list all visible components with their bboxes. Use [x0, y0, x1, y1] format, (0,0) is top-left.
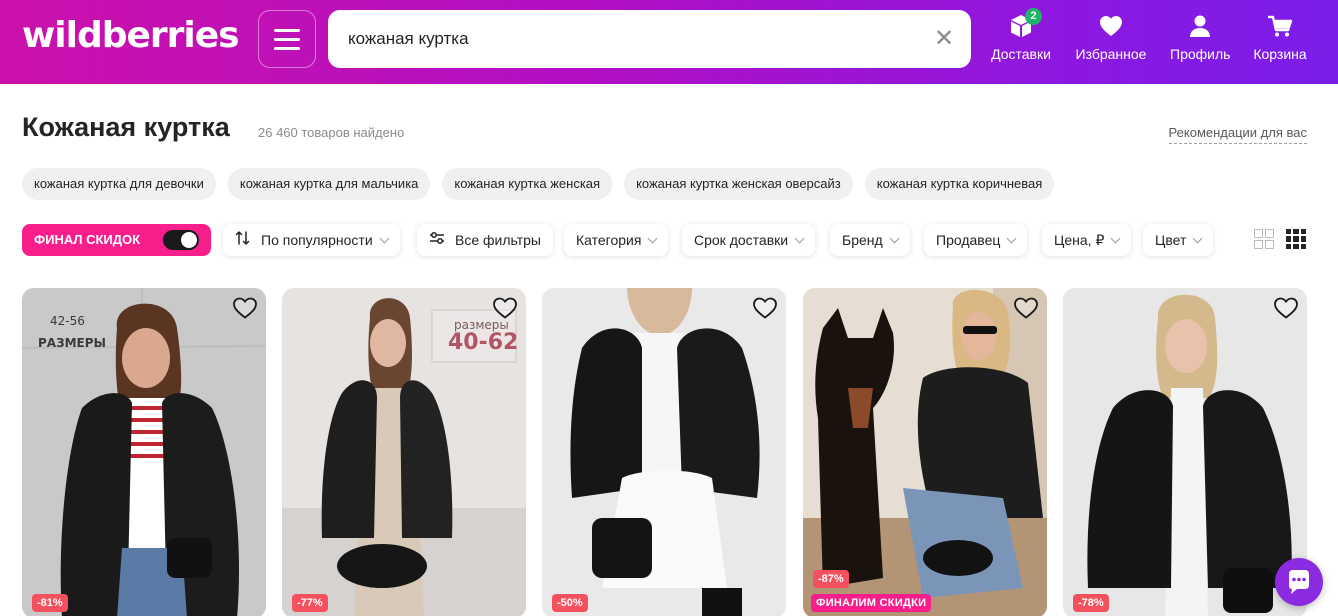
- search-input[interactable]: [348, 10, 928, 68]
- heart-icon[interactable]: [1273, 296, 1299, 320]
- nav-cart[interactable]: Корзина: [1250, 12, 1310, 62]
- final-sale-badge: ФИНАЛИМ СКИДКИ: [811, 594, 932, 612]
- filter-color-label: Цвет: [1155, 232, 1187, 248]
- chat-icon: [1289, 570, 1309, 594]
- grid-4-icon[interactable]: [1254, 229, 1274, 249]
- filter-delivery-label: Срок доставки: [694, 232, 789, 248]
- filters-bar: ФИНАЛ СКИДОК По популярности Все фильтры…: [22, 224, 1222, 256]
- product-image: [542, 288, 786, 616]
- sort-icon: [235, 225, 251, 257]
- product-image: [803, 288, 1047, 616]
- discount-badge: -81%: [32, 594, 68, 612]
- user-icon: [1186, 12, 1214, 40]
- chevron-down-icon: [794, 233, 805, 244]
- nav-profile[interactable]: Профиль: [1170, 12, 1230, 62]
- filter-delivery[interactable]: Срок доставки: [682, 224, 816, 256]
- chip-search[interactable]: кожаная куртка для мальчика: [227, 168, 431, 200]
- product-card[interactable]: 42-56 РАЗМЕРЫ -81%: [22, 288, 266, 616]
- size-sign-top: 42-56: [50, 314, 85, 328]
- chip-search[interactable]: кожаная куртка коричневая: [864, 168, 1055, 200]
- product-card[interactable]: размеры 40-62 -77%: [282, 288, 526, 616]
- filter-price[interactable]: Цена, ₽: [1042, 224, 1132, 256]
- final-sale-label: ФИНАЛ СКИДОК: [34, 232, 141, 247]
- heart-icon[interactable]: [492, 296, 518, 320]
- logo[interactable]: wildberries: [22, 14, 240, 58]
- chevron-down-icon: [1110, 233, 1121, 244]
- product-card[interactable]: -50%: [542, 288, 786, 616]
- heart-icon[interactable]: [232, 296, 258, 320]
- page-title: Кожаная куртка: [22, 112, 230, 142]
- related-searches: кожаная куртка для девочки кожаная куртк…: [22, 168, 1055, 200]
- toggle-switch[interactable]: [163, 230, 199, 250]
- search-bar: ✕: [328, 10, 971, 68]
- filter-category-label: Категория: [576, 232, 642, 248]
- discount-badge: -78%: [1073, 594, 1109, 612]
- chevron-down-icon: [889, 233, 900, 244]
- chip-search[interactable]: кожаная куртка женская оверсайз: [624, 168, 853, 200]
- heart-icon[interactable]: [752, 296, 778, 320]
- menu-button[interactable]: [258, 10, 316, 68]
- filter-seller-label: Продавец: [936, 232, 1001, 248]
- nav-profile-label: Профиль: [1170, 46, 1231, 62]
- discount-badge: -50%: [552, 594, 588, 612]
- filter-seller[interactable]: Продавец: [924, 224, 1028, 256]
- cart-icon: [1266, 12, 1294, 40]
- nav-deliveries[interactable]: 2 Доставки: [990, 8, 1052, 62]
- product-card[interactable]: -78%: [1063, 288, 1307, 616]
- size-sign-bottom: РАЗМЕРЫ: [38, 336, 106, 350]
- nav-cart-label: Корзина: [1253, 46, 1307, 62]
- close-icon[interactable]: ✕: [933, 27, 955, 51]
- filter-price-label: Цена, ₽: [1054, 232, 1105, 248]
- filter-color[interactable]: Цвет: [1143, 224, 1214, 256]
- final-sale-toggle[interactable]: ФИНАЛ СКИДОК: [22, 224, 211, 256]
- nav-deliveries-label: Доставки: [991, 46, 1051, 62]
- chat-button[interactable]: [1275, 558, 1323, 606]
- sort-label: По популярности: [261, 232, 373, 248]
- box-icon: 2: [1007, 8, 1042, 40]
- sort-dropdown[interactable]: По популярности: [223, 224, 400, 256]
- filter-icon: [429, 225, 445, 257]
- header: wildberries ✕ 2 Доставки Избранное: [0, 0, 1338, 84]
- discount-badge: -87%: [813, 570, 849, 588]
- chevron-down-icon: [648, 233, 658, 244]
- chevron-down-icon: [1006, 233, 1017, 244]
- chevron-down-icon: [1192, 233, 1203, 244]
- discount-badge: -77%: [292, 594, 328, 612]
- heart-icon[interactable]: [1013, 296, 1039, 320]
- filter-brand[interactable]: Бренд: [830, 224, 910, 256]
- all-filters-label: Все фильтры: [455, 232, 541, 248]
- filter-category[interactable]: Категория: [564, 224, 669, 256]
- results-count: 26 460 товаров найдено: [258, 125, 405, 140]
- filter-brand-label: Бренд: [842, 232, 883, 248]
- view-switcher: [1254, 229, 1306, 249]
- deliveries-badge: 2: [1025, 8, 1042, 25]
- recommendations-link[interactable]: Рекомендации для вас: [1168, 125, 1307, 144]
- nav-favorites[interactable]: Избранное: [1074, 12, 1148, 62]
- chip-search[interactable]: кожаная куртка для девочки: [22, 168, 216, 200]
- product-card[interactable]: -87% ФИНАЛИМ СКИДКИ: [803, 288, 1047, 616]
- grid-9-icon[interactable]: [1286, 229, 1306, 249]
- menu-icon: [274, 28, 300, 32]
- nav-favorites-label: Избранное: [1075, 46, 1147, 62]
- size-sign-bottom: 40-62: [448, 330, 519, 355]
- heart-icon: [1097, 12, 1125, 40]
- all-filters-button[interactable]: Все фильтры: [417, 224, 553, 256]
- chevron-down-icon: [379, 233, 390, 244]
- chip-search[interactable]: кожаная куртка женская: [442, 168, 613, 200]
- product-image: [1063, 288, 1307, 616]
